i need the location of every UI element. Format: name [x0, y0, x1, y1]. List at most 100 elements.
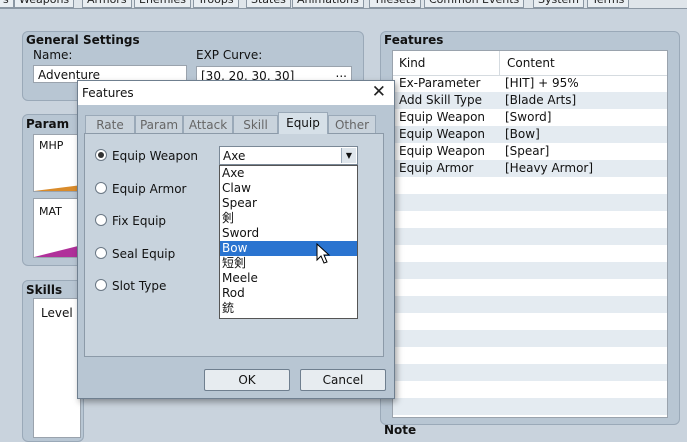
radio-fix-equip[interactable]: Fix Equip — [95, 214, 166, 228]
note-title: Note — [384, 423, 417, 437]
feature-kind: Equip Weapon — [399, 110, 486, 124]
tab-skill[interactable]: Skill — [233, 115, 278, 133]
column-divider — [499, 51, 500, 75]
feature-row[interactable]: Ex-Parameter [HIT] + 95% — [393, 75, 667, 92]
mouse-cursor-icon — [316, 243, 331, 264]
kind-column-header[interactable]: Kind — [399, 56, 425, 70]
top-tab-weapons[interactable]: Weapons — [14, 0, 75, 8]
top-tab-terms[interactable]: Terms — [587, 0, 630, 8]
top-tab-animations[interactable]: Animations — [292, 0, 364, 8]
feature-row-empty[interactable] — [393, 313, 667, 330]
feature-content: [HIT] + 95% — [505, 76, 579, 90]
feature-kind: Equip Armor — [399, 161, 474, 175]
top-tab-prev[interactable]: s — [0, 0, 14, 8]
radio-slot-type[interactable]: Slot Type — [95, 279, 166, 293]
close-icon[interactable]: ✕ — [372, 82, 386, 102]
dropdown-option[interactable]: 短剣 — [220, 256, 357, 271]
radio-checked-icon — [95, 149, 107, 161]
feature-row[interactable]: Equip Armor [Heavy Armor] — [393, 160, 667, 177]
radio-unchecked-icon — [95, 214, 107, 226]
feature-row[interactable]: Add Skill Type [Blade Arts] — [393, 92, 667, 109]
feature-row-empty[interactable] — [393, 279, 667, 296]
skills-level-header: Level — [41, 306, 73, 320]
dropdown-option[interactable]: Meele — [220, 271, 357, 286]
radio-seal-equip[interactable]: Seal Equip — [95, 247, 175, 261]
top-tab-states[interactable]: States — [246, 0, 291, 8]
top-tab-armors[interactable]: Armors — [82, 0, 132, 8]
feature-row-empty[interactable] — [393, 211, 667, 228]
dialog-titlebar[interactable]: Features ✕ — [78, 81, 394, 105]
dropdown-option[interactable]: Rod — [220, 286, 357, 301]
feature-kind: Ex-Parameter — [399, 76, 481, 90]
dropdown-option-selected[interactable]: Bow — [220, 241, 357, 256]
mat-graph[interactable]: MAT — [33, 198, 83, 258]
feature-row-empty[interactable] — [393, 296, 667, 313]
radio-label: Seal Equip — [112, 247, 176, 261]
tab-param[interactable]: Param — [135, 115, 183, 133]
name-label: Name: — [33, 48, 73, 62]
feature-content: [Bow] — [505, 127, 540, 141]
radio-label: Equip Weapon — [112, 149, 199, 163]
top-tab-common-events[interactable]: Common Events — [424, 0, 525, 8]
tab-other[interactable]: Other — [328, 115, 376, 133]
feature-content: [Heavy Armor] — [505, 161, 594, 175]
skills-title: Skills — [26, 283, 63, 297]
features-panel-title: Features — [384, 33, 444, 47]
feature-row[interactable]: Equip Weapon [Sword] — [393, 109, 667, 126]
chevron-down-icon[interactable]: ▼ — [341, 148, 356, 163]
feature-row-empty[interactable] — [393, 177, 667, 194]
dropdown-option[interactable]: Spear — [220, 196, 357, 211]
feature-row-empty[interactable] — [393, 262, 667, 279]
mhp-curve-graphic — [34, 185, 82, 191]
feature-row-empty[interactable] — [393, 398, 667, 415]
weapon-type-combo[interactable]: Axe ▼ — [219, 146, 358, 165]
dropdown-option[interactable]: Sword — [220, 226, 357, 241]
radio-label: Slot Type — [112, 279, 167, 293]
feature-row-empty[interactable] — [393, 194, 667, 211]
weapon-type-dropdown[interactable]: Axe Claw Spear 剣 Sword Bow 短剣 Meele Rod … — [219, 165, 358, 319]
radio-label: Equip Armor — [112, 182, 187, 196]
tab-attack[interactable]: Attack — [183, 115, 233, 133]
mat-curve-graphic — [34, 245, 82, 257]
feature-kind: Equip Weapon — [399, 127, 486, 141]
radio-unchecked-icon — [95, 182, 107, 194]
feature-row[interactable]: Equip Weapon [Spear] — [393, 143, 667, 160]
content-column-header[interactable]: Content — [507, 56, 555, 70]
features-dialog: Features ✕ Rate Param Attack Skill Equip… — [77, 80, 395, 399]
top-tab-troops[interactable]: Troops — [193, 0, 239, 8]
dropdown-option[interactable]: Claw — [220, 181, 357, 196]
radio-label: Fix Equip — [112, 214, 167, 228]
top-tab-enemies[interactable]: Enemies — [134, 0, 191, 8]
top-tab-tilesets[interactable]: Tilesets — [369, 0, 421, 8]
parameters-title: Param — [26, 117, 70, 131]
feature-row-empty[interactable] — [393, 381, 667, 398]
dropdown-option[interactable]: 剣 — [220, 211, 357, 226]
features-list-header: Kind Content — [393, 51, 667, 76]
dropdown-option[interactable]: 銃 — [220, 301, 357, 316]
tab-equip[interactable]: Equip — [278, 112, 328, 134]
feature-row-empty[interactable] — [393, 245, 667, 262]
feature-row-empty[interactable] — [393, 228, 667, 245]
radio-equip-weapon[interactable]: Equip Weapon — [95, 149, 198, 163]
ok-button[interactable]: OK — [204, 369, 290, 391]
feature-kind: Equip Weapon — [399, 144, 486, 158]
feature-content: [Sword] — [505, 110, 552, 124]
top-tab-strip: s Weapons Armors Enemies Troops States A… — [0, 0, 687, 9]
tab-rate[interactable]: Rate — [85, 115, 135, 133]
top-tab-system[interactable]: System — [533, 0, 585, 8]
radio-equip-armor[interactable]: Equip Armor — [95, 182, 186, 196]
exp-curve-label: EXP Curve: — [196, 48, 263, 62]
feature-row-empty[interactable] — [393, 364, 667, 381]
feature-row[interactable]: Equip Weapon [Bow] — [393, 126, 667, 143]
skills-list[interactable]: Level — [33, 298, 81, 438]
feature-row-empty[interactable] — [393, 330, 667, 347]
combo-value: Axe — [223, 149, 246, 163]
dialog-title: Features — [82, 86, 134, 100]
features-list[interactable]: Kind Content Ex-Parameter [HIT] + 95% Ad… — [392, 50, 668, 418]
mhp-graph[interactable]: MHP — [33, 134, 83, 192]
radio-unchecked-icon — [95, 247, 107, 259]
feature-content: [Blade Arts] — [505, 93, 577, 107]
dropdown-option[interactable]: Axe — [220, 166, 357, 181]
feature-row-empty[interactable] — [393, 347, 667, 364]
cancel-button[interactable]: Cancel — [300, 369, 386, 391]
